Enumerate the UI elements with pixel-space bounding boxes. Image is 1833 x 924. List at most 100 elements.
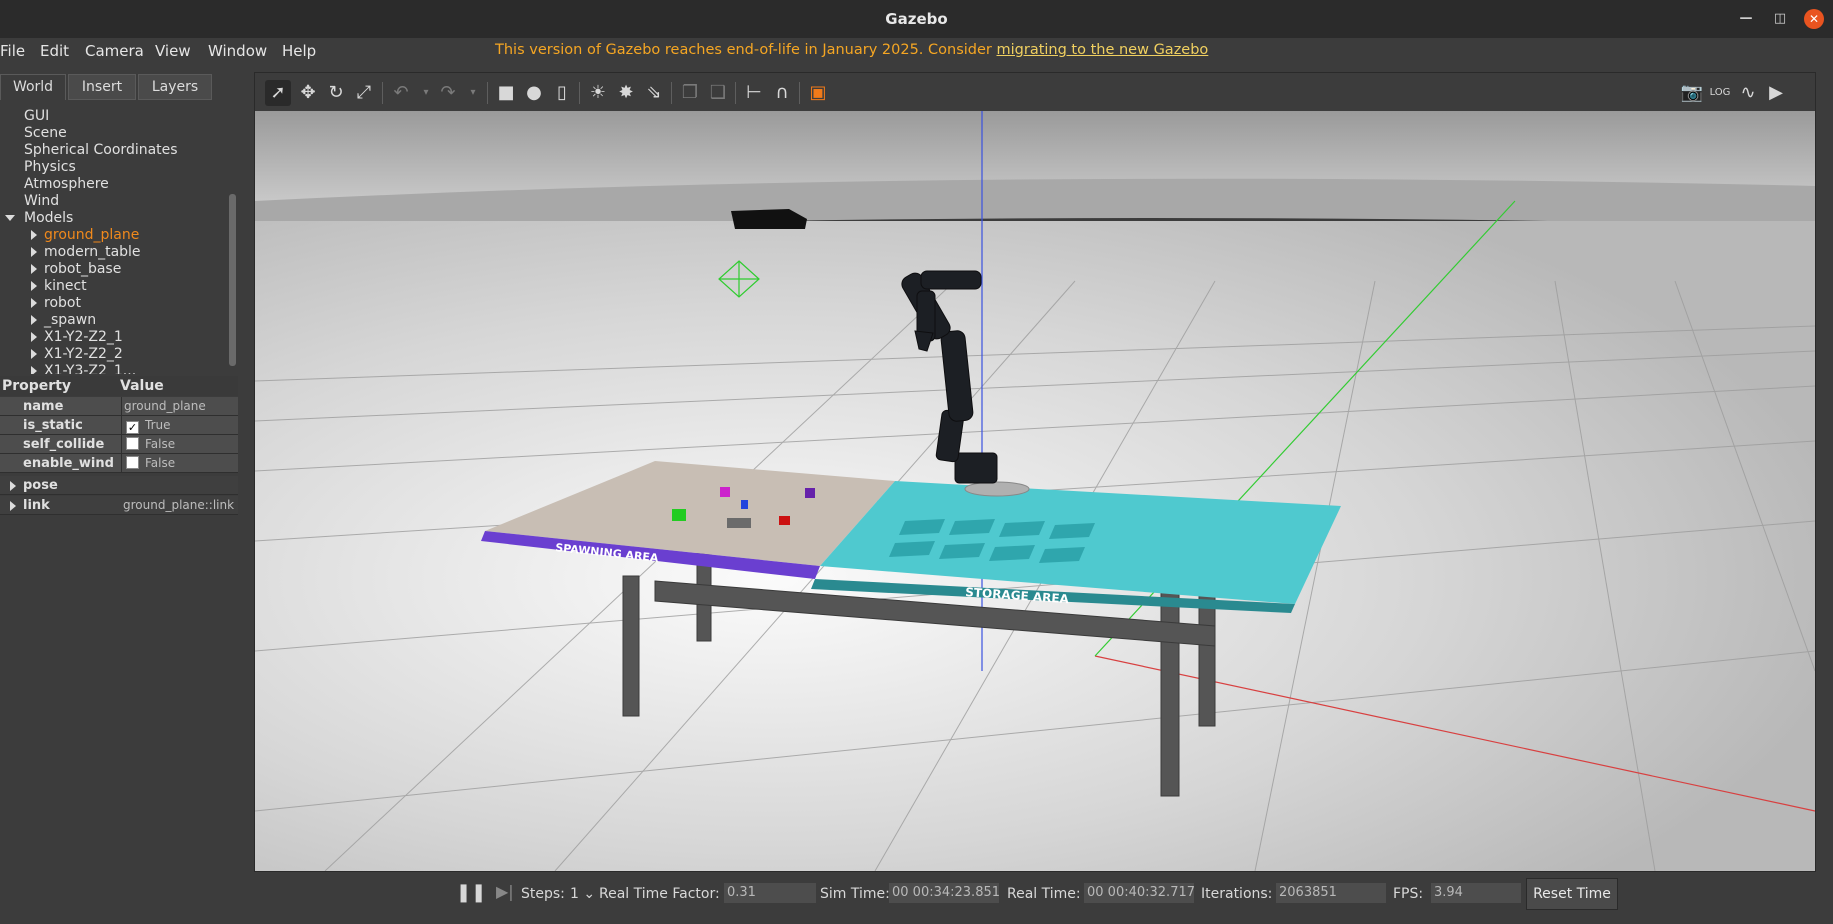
prop-row-name: name ground_plane [0,397,238,416]
sim-time-field[interactable]: 00 00:34:23.851 [889,883,999,903]
menu-window[interactable]: Window [208,42,267,60]
tree-item-wind[interactable]: Wind [24,193,59,209]
pause-icon[interactable]: ❚❚ [456,882,486,903]
tab-world[interactable]: World [0,74,66,100]
expand-link-icon[interactable] [10,501,16,511]
expand-icon[interactable] [31,247,37,257]
menu-bar: File Edit Camera View Window Help This v… [0,38,1833,64]
select-mode-icon[interactable]: ➚ [265,80,291,106]
plot-icon[interactable]: ∿ [1735,80,1761,106]
real-time-field[interactable]: 00 00:40:32.717 [1084,883,1194,903]
fps-field[interactable]: 3.94 [1431,883,1521,903]
expand-icon[interactable] [31,230,37,240]
iterations-field[interactable]: 2063851 [1276,883,1386,903]
align-icon[interactable]: ⊢ [741,80,767,106]
prop-is-static-cell: ✓ True [121,416,238,434]
tree-scrollbar[interactable] [229,194,236,366]
video-record-icon[interactable]: ▶ [1763,80,1789,106]
undo-icon[interactable]: ↶ [388,80,414,106]
tree-item-gui[interactable]: GUI [24,108,49,124]
redo-icon[interactable]: ↷ [435,80,461,106]
screenshot-icon[interactable]: 📷 [1679,80,1705,106]
sphere-shape-icon[interactable]: ● [521,80,547,106]
prop-row-pose[interactable]: pose [0,476,238,495]
fps-label: FPS: [1393,886,1424,902]
sim-time-label: Sim Time: [820,886,890,902]
menu-camera[interactable]: Camera [85,42,144,60]
tree-item-models[interactable]: Models [24,210,73,226]
rotate-mode-icon[interactable]: ↻ [323,80,349,106]
steps-spinbox[interactable]: 1 ⌄ [570,886,595,902]
expand-icon[interactable] [31,332,37,342]
tree-model-kinect[interactable]: kinect [44,278,87,294]
view-angle-icon[interactable]: ▣ [805,80,831,106]
scene-canvas[interactable]: SPAWNING AREA STORAGE AREA [255,111,1815,871]
tree-model-spawn[interactable]: _spawn [44,312,96,328]
tab-insert[interactable]: Insert [68,74,136,100]
snap-icon[interactable]: ∩ [769,80,795,106]
window-title: Gazebo [885,10,948,28]
tree-model-robot[interactable]: robot [44,295,81,311]
tree-model-x1-y2-z2-2[interactable]: X1-Y2-Z2_2 [44,346,123,362]
cylinder-shape-icon[interactable]: ▯ [549,80,575,106]
block-blue [741,500,748,509]
property-col-header: Property [2,378,72,394]
translate-mode-icon[interactable]: ✥ [295,80,321,106]
scale-mode-icon[interactable]: ⤢ [351,80,377,106]
steps-chevron-down-icon: ⌄ [583,886,596,902]
tree-item-spherical[interactable]: Spherical Coordinates [24,142,178,158]
expand-icon[interactable] [31,298,37,308]
is-static-checkbox[interactable]: ✓ [126,421,139,434]
restore-icon[interactable]: ◫ [1770,9,1790,29]
close-icon[interactable]: ✕ [1804,9,1824,29]
prop-row-link[interactable]: link ground_plane::link [0,496,238,515]
prop-enable-wind-label: enable_wind [23,456,114,471]
prop-self-collide-cell: False [121,435,238,453]
tree-model-modern-table[interactable]: modern_table [44,244,141,260]
menu-help[interactable]: Help [282,42,316,60]
expand-icon[interactable] [31,315,37,325]
menu-file[interactable]: File [0,42,25,60]
reset-time-button[interactable]: Reset Time [1526,878,1618,910]
title-bar: Gazebo — ◫ ✕ [0,0,1833,38]
self-collide-checkbox[interactable] [126,437,139,450]
panel-splitter[interactable] [246,64,254,920]
directional-light-icon[interactable]: ⇘ [641,80,667,106]
expand-icon[interactable] [31,264,37,274]
tab-layers[interactable]: Layers [138,74,212,100]
expand-icon[interactable] [31,281,37,291]
prop-name-value[interactable]: ground_plane [121,397,238,415]
tree-model-x1-y2-z2-1[interactable]: X1-Y2-Z2_1 [44,329,123,345]
minimize-icon[interactable]: — [1736,9,1756,29]
real-time-label: Real Time: [1007,886,1081,902]
copy-icon[interactable]: ❐ [677,80,703,106]
enable-wind-value: False [145,456,176,470]
expand-icon[interactable] [31,349,37,359]
tree-model-ground-plane[interactable]: ground_plane [44,227,139,243]
expand-icon[interactable] [31,366,37,374]
menu-edit[interactable]: Edit [40,42,69,60]
expand-pose-icon[interactable] [10,481,16,491]
left-panel: World Insert Layers GUI Scene Spherical … [0,64,246,920]
tree-model-x1-y3-z2-1[interactable]: X1-Y3-Z2_1... [44,363,136,374]
tree-item-physics[interactable]: Physics [24,159,76,175]
tree-item-atmosphere[interactable]: Atmosphere [24,176,109,192]
redo-dropdown-icon[interactable]: ▾ [460,80,486,106]
rtf-field[interactable]: 0.31 [724,883,816,903]
enable-wind-checkbox[interactable] [126,456,139,469]
expand-models-icon[interactable] [5,215,15,221]
point-light-icon[interactable]: ☀ [585,80,611,106]
spot-light-icon[interactable]: ✸ [613,80,639,106]
tree-model-robot-base[interactable]: robot_base [44,261,121,277]
prop-link-label: link [23,498,50,513]
tree-item-scene[interactable]: Scene [24,125,67,141]
paste-icon[interactable]: ❑ [705,80,731,106]
menu-view[interactable]: View [155,42,191,60]
eol-notice-text: This version of Gazebo reaches end-of-li… [495,42,997,58]
world-tree: GUI Scene Spherical Coordinates Physics … [0,102,240,374]
log-icon[interactable]: LOG [1707,80,1733,106]
eol-notice: This version of Gazebo reaches end-of-li… [495,42,1208,58]
step-icon[interactable]: ▶| [496,882,514,901]
migrate-link[interactable]: migrating to the new Gazebo [997,42,1209,58]
box-shape-icon[interactable]: ■ [493,80,519,106]
